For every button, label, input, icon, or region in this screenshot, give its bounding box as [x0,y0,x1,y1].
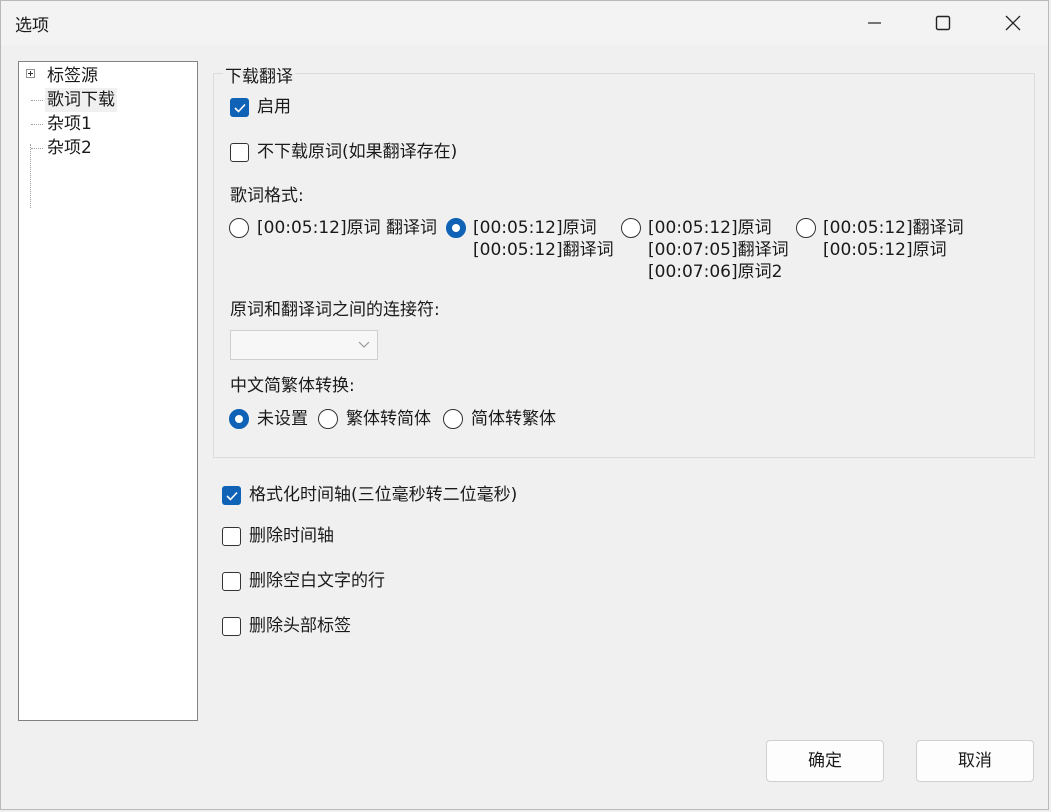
remove-time-checkbox[interactable] [222,527,241,546]
format-radio-inline[interactable] [229,218,249,238]
minimize-button[interactable] [843,1,909,45]
tree-item-lyrics-download[interactable]: 歌词下载 [45,88,117,112]
tree-line [30,144,31,208]
chinese-conversion-label: 中文简繁体转换: [230,376,355,396]
connector-combobox[interactable] [230,330,378,360]
chinese-radio-simp-to-trad[interactable] [443,409,463,429]
remove-time-label: 删除时间轴 [249,526,334,546]
ok-button[interactable]: 确定 [766,740,884,782]
check-icon [234,103,246,113]
tree-item-tag-source[interactable]: 标签源 [45,64,100,88]
close-icon [1005,15,1021,31]
tree-line [31,124,43,125]
tree-line [31,100,43,101]
format-option-line: [00:05:12]原词 [648,218,772,238]
enable-checkbox[interactable] [230,98,249,117]
format-time-checkbox[interactable] [222,486,241,505]
format-radio-translation-first[interactable] [796,218,816,238]
chinese-option-label: 繁体转简体 [346,409,431,429]
remove-header-label: 删除头部标签 [249,616,351,636]
no-original-checkbox[interactable] [230,143,249,162]
no-original-label: 不下载原词(如果翻译存在) [257,142,458,162]
format-label: 歌词格式: [230,186,304,206]
expand-icon[interactable] [26,69,35,78]
maximize-icon [935,15,951,31]
minimize-icon [868,22,881,24]
format-radio-separate-lines[interactable] [446,218,466,238]
format-option-line: [00:07:06]原词2 [648,262,783,282]
connector-label: 原词和翻译词之间的连接符: [230,300,440,320]
enable-label: 启用 [257,97,291,117]
format-option-line: [00:05:12]翻译词 [473,240,614,260]
cancel-button[interactable]: 取消 [916,740,1034,782]
format-option-line: [00:05:12]原词 [473,218,597,238]
remove-header-checkbox[interactable] [222,617,241,636]
chinese-option-label: 简体转繁体 [471,409,556,429]
window-title: 选项 [15,16,49,36]
options-dialog: 选项 标签源 歌词下载 杂项1 杂项2 下载翻译 启用 不下载原词(如果翻译存在… [0,0,1049,810]
check-icon [226,491,238,501]
format-option-line: [00:07:05]翻译词 [648,240,789,260]
remove-blank-label: 删除空白文字的行 [249,571,385,591]
format-option-line: [00:05:12]原词 [823,240,947,260]
download-translation-group [213,73,1035,458]
format-time-label: 格式化时间轴(三位毫秒转二位毫秒) [249,485,518,505]
chevron-down-icon [358,341,370,348]
group-title: 下载翻译 [223,62,295,87]
chinese-radio-none[interactable] [229,409,249,429]
format-option-line: [00:05:12]翻译词 [823,218,964,238]
format-option-line: [00:05:12]原词 翻译词 [257,218,438,238]
title-bar[interactable]: 选项 [1,1,1048,45]
tree-line [31,148,43,149]
chinese-option-label: 未设置 [257,409,308,429]
chinese-radio-trad-to-simp[interactable] [318,409,338,429]
category-tree[interactable]: 标签源 歌词下载 杂项1 杂项2 [18,61,198,721]
format-radio-next-timestamp[interactable] [621,218,641,238]
maximize-button[interactable] [911,1,977,45]
remove-blank-checkbox[interactable] [222,572,241,591]
tree-item-misc2[interactable]: 杂项2 [45,136,94,160]
tree-item-misc1[interactable]: 杂项1 [45,112,94,136]
close-button[interactable] [981,1,1047,45]
